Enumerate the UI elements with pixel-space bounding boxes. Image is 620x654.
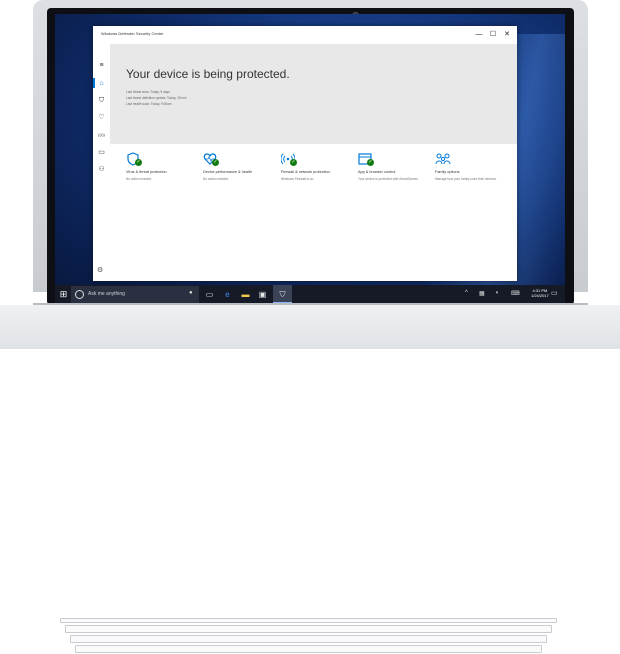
check-icon: ✓: [135, 159, 142, 166]
page-title: Your device is being protected.: [126, 67, 290, 81]
tile-subtitle: Your device is protected with SmartScree…: [358, 177, 419, 181]
tile-subtitle: Manage how your family uses their device…: [435, 177, 497, 181]
status-line: Last threat scan: Today, 9 days: [126, 90, 170, 94]
hamburger-menu-icon[interactable]: ≡: [97, 61, 106, 70]
family-icon[interactable]: ⚇: [97, 165, 106, 174]
windows-start-icon[interactable]: ⊞: [58, 289, 69, 300]
network-icon[interactable]: ((•)): [97, 130, 106, 139]
status-banner: [110, 44, 517, 144]
tile-subtitle: No action needed.: [203, 177, 229, 181]
tile-title: Firewall & network protection: [281, 170, 330, 174]
wireless-network-icon: ✓: [281, 152, 297, 166]
taskbar-clock[interactable]: 4:31 PM 1/24/2017: [531, 288, 549, 298]
cortana-circle-icon: [75, 290, 84, 299]
notification-center-icon[interactable]: ▭: [551, 289, 560, 299]
minimize-button[interactable]: —: [473, 29, 485, 41]
browser-icon[interactable]: ▭: [97, 148, 106, 157]
maximize-button[interactable]: ☐: [487, 29, 499, 41]
tile-subtitle: Windows Firewall is on.: [281, 177, 315, 181]
keyboard-key: [60, 618, 557, 623]
microphone-icon[interactable]: ●: [189, 290, 193, 296]
window-title: Windows Defender Security Center: [101, 31, 164, 36]
security-center-window: Windows Defender Security Center — ☐ ✕ ≡…: [93, 26, 517, 281]
taskbar: ⊞ Ask me anything ● ▭ e ▬ ▣ ⛉ ^ ▦ ◖ ⌨ 4:…: [55, 285, 565, 304]
tray-network-icon[interactable]: ▦: [479, 290, 485, 297]
check-icon: ✓: [367, 159, 374, 166]
tray-volume-icon[interactable]: ◖: [495, 290, 499, 296]
cortana-search-box[interactable]: Ask me anything ●: [71, 286, 199, 303]
laptop-base: [0, 305, 620, 653]
settings-gear-icon[interactable]: ⚙: [97, 266, 103, 274]
search-placeholder: Ask me anything: [88, 291, 125, 297]
family-icon: [435, 152, 451, 166]
app-window-icon: ✓: [358, 152, 374, 166]
tray-chevron-up-icon[interactable]: ^: [465, 290, 468, 296]
shield-icon: ✓: [126, 152, 142, 166]
defender-shield-icon[interactable]: ⛉: [277, 289, 288, 300]
close-button[interactable]: ✕: [501, 29, 513, 41]
tray-keyboard-icon[interactable]: ⌨: [511, 290, 520, 297]
heart-pulse-icon: ✓: [203, 152, 219, 166]
clock-date: 1/24/2017: [531, 293, 549, 298]
tile-device-performance-health[interactable]: ✓ Device performance & health No action …: [203, 152, 273, 181]
title-bar[interactable]: Windows Defender Security Center — ☐ ✕: [93, 26, 517, 44]
tile-virus-threat-protection[interactable]: ✓ Virus & threat protection No action ne…: [126, 152, 196, 181]
tile-title: Virus & threat protection: [126, 170, 167, 174]
heart-icon[interactable]: ♡: [97, 113, 106, 122]
keyboard: [60, 617, 560, 654]
tile-title: Device performance & health: [203, 170, 252, 174]
tile-subtitle: No action needed.: [126, 177, 152, 181]
keyboard-key: [70, 635, 547, 643]
shield-icon[interactable]: ⛉: [97, 96, 106, 105]
tile-family-options[interactable]: Family options Manage how your family us…: [435, 152, 505, 181]
status-line: Last threat definition update: Today, 15…: [126, 96, 187, 100]
file-explorer-icon[interactable]: ▬: [240, 289, 251, 300]
status-line: Last health scan: Today, 9:00am: [126, 102, 172, 106]
store-icon[interactable]: ▣: [257, 289, 268, 300]
tile-app-browser-control[interactable]: ✓ App & browser control Your device is p…: [358, 152, 428, 181]
desktop: Windows Defender Security Center — ☐ ✕ ≡…: [55, 14, 565, 304]
home-icon[interactable]: ⌂: [97, 79, 106, 88]
check-icon: ✓: [290, 159, 297, 166]
left-navigation: ≡ ⌂ ⛉ ♡ ((•)) ▭ ⚇ ⚙: [93, 44, 110, 281]
check-icon: ✓: [212, 159, 219, 166]
edge-browser-icon[interactable]: e: [222, 289, 233, 300]
task-view-icon[interactable]: ▭: [204, 289, 215, 300]
tile-title: App & browser control: [358, 170, 396, 174]
tile-title: Family options: [435, 170, 460, 174]
tile-firewall-network-protection[interactable]: ✓ Firewall & network protection Windows …: [281, 152, 351, 181]
keyboard-key: [65, 625, 552, 633]
active-nav-indicator: [93, 78, 95, 88]
keyboard-key: [75, 645, 542, 653]
